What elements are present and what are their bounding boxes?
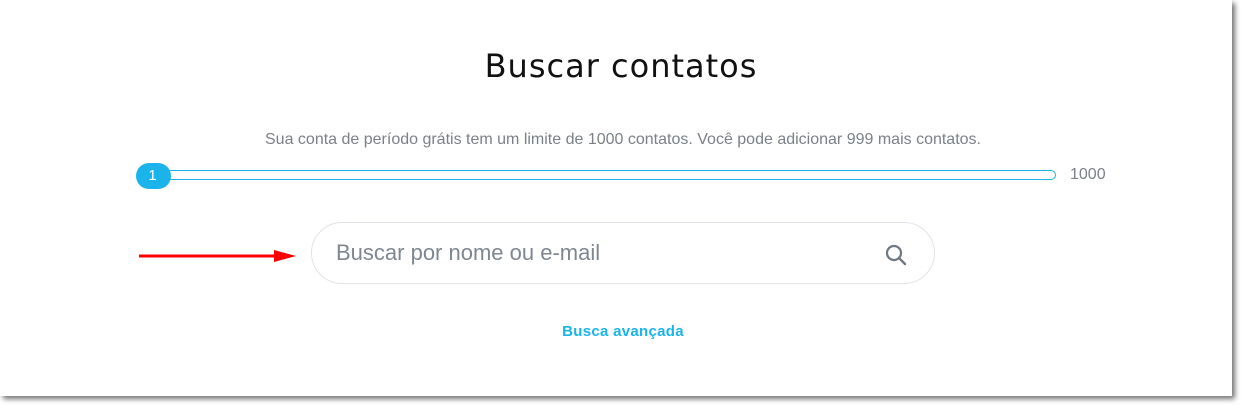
contact-limit-slider[interactable] <box>137 170 1056 180</box>
page-frame: Buscar contatos Sua conta de período grá… <box>0 0 1232 396</box>
advanced-search-link[interactable]: Busca avançada <box>0 323 1242 340</box>
search-icon[interactable] <box>884 243 908 267</box>
slider-max-label: 1000 <box>1070 166 1106 183</box>
search-box <box>311 222 935 284</box>
slider-handle[interactable]: 1 <box>136 163 171 189</box>
page-title: Buscar contatos <box>484 47 758 85</box>
red-arrow-icon <box>139 250 296 262</box>
contact-limit-message: Sua conta de período grátis tem um limit… <box>265 131 981 148</box>
search-input[interactable] <box>336 235 856 271</box>
